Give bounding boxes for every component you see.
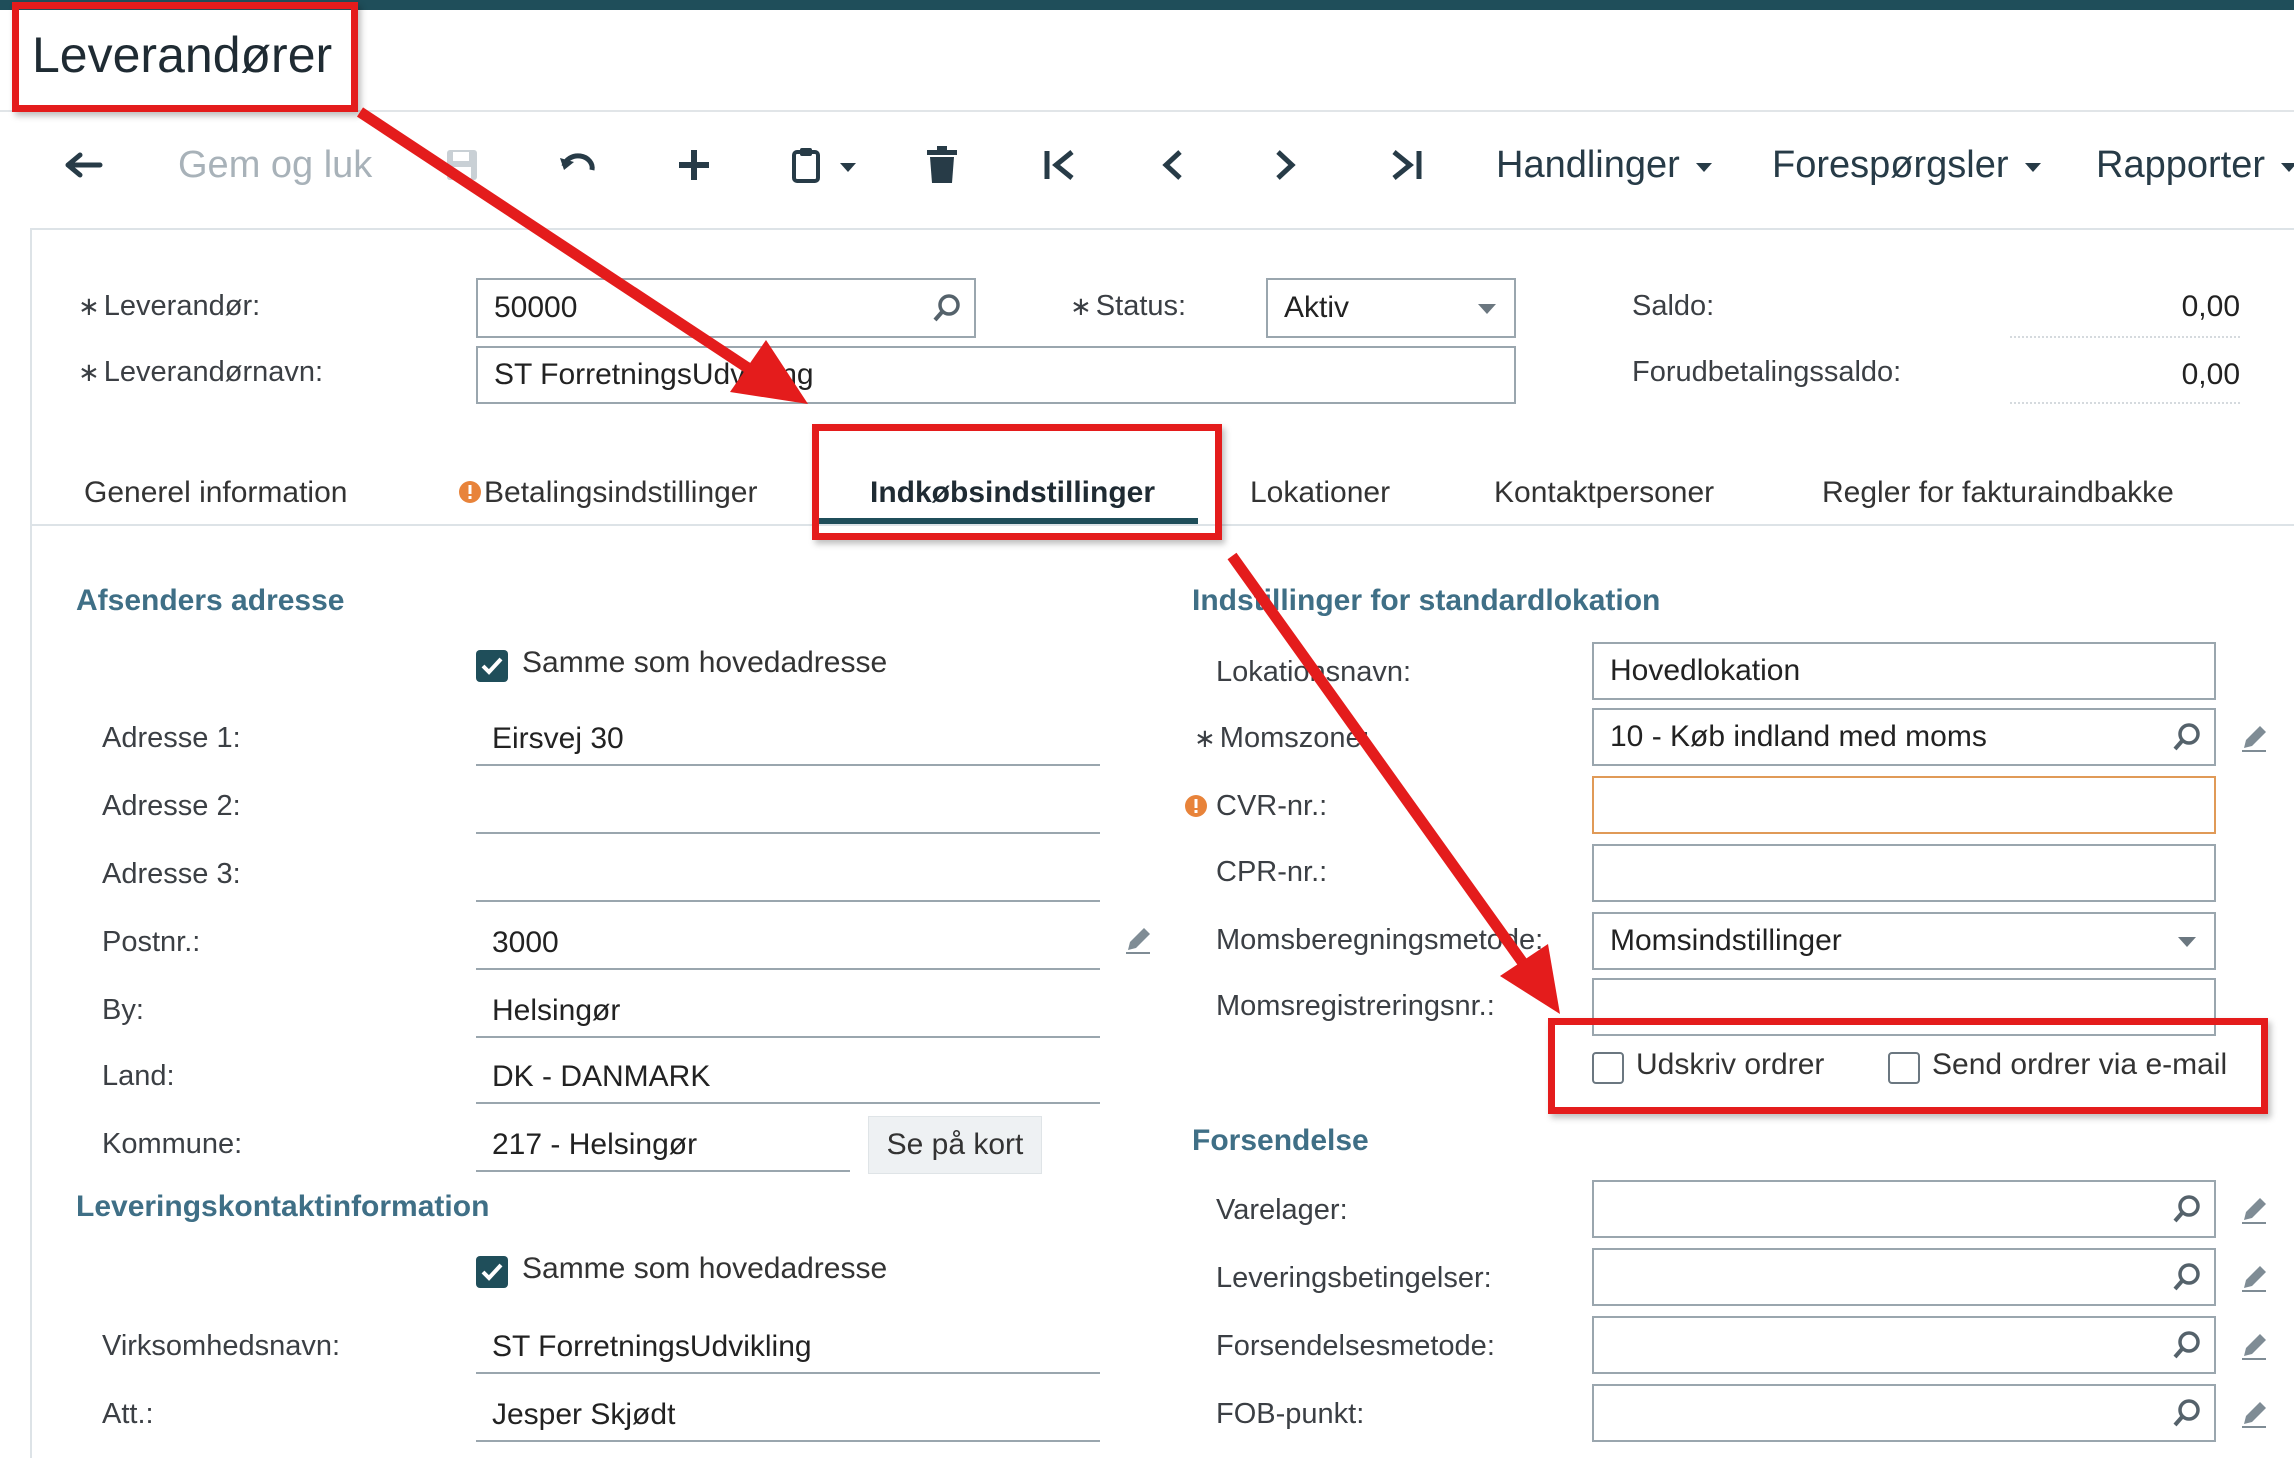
arrow-tab-to-checkboxes — [1227, 552, 1533, 974]
annotation-arrows — [356, 107, 1560, 1014]
arrowhead-icon — [1500, 944, 1560, 1014]
arrow-title-to-tab — [356, 107, 764, 381]
arrowhead-icon — [730, 340, 808, 404]
